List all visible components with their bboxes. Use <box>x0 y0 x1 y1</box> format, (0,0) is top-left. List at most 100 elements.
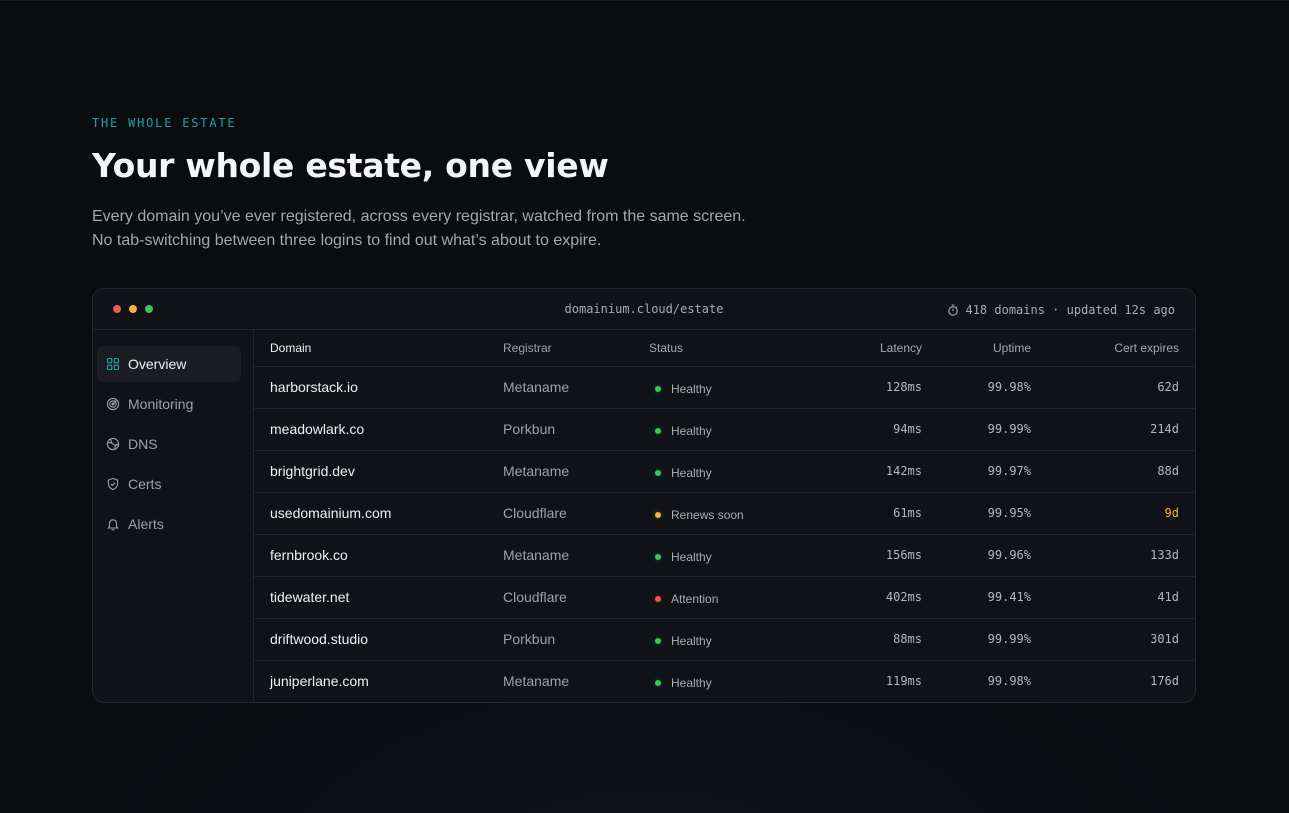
cert-expires-cell: 41d <box>1031 576 1195 619</box>
domain-cell[interactable]: driftwood.studio <box>254 618 503 661</box>
status-label: Renews soon <box>671 508 744 522</box>
minimize-dot[interactable] <box>129 305 137 313</box>
uptime-cell: 99.95% <box>922 492 1031 535</box>
estate-meta-text: 418 domains · updated 12s ago <box>965 302 1175 317</box>
stopwatch-icon <box>947 304 959 316</box>
table-row[interactable]: tidewater.net Cloudflare Attention 402ms… <box>254 576 1195 619</box>
uptime-cell: 99.98% <box>987 674 1031 689</box>
app-window: domainium.cloud/estate 418 domains · upd… <box>92 288 1196 703</box>
cert-expires-cell: 214d <box>1031 408 1195 451</box>
shield-icon <box>106 477 120 491</box>
registrar-cell: Metaname <box>503 366 649 409</box>
latency-cell: 88ms <box>821 618 922 661</box>
latency-cell: 119ms <box>885 674 922 689</box>
window-body: Overview Monitoring DNS Certs Alerts Dom… <box>93 330 1195 702</box>
sidebar-item-label: DNS <box>128 436 158 452</box>
sidebar: Overview Monitoring DNS Certs Alerts <box>93 330 254 702</box>
uptime-cell: 99.99% <box>922 618 1031 661</box>
maximize-dot[interactable] <box>145 305 153 313</box>
status-label: Healthy <box>671 550 712 564</box>
sidebar-item-label: Overview <box>128 356 187 372</box>
sidebar-item-alerts[interactable]: Alerts <box>97 506 241 542</box>
table-row[interactable]: meadowlark.co Porkbun Healthy 94ms 99.99… <box>254 408 1195 451</box>
domain-cell[interactable]: meadowlark.co <box>254 408 503 451</box>
sidebar-item-overview[interactable]: Overview <box>97 346 241 382</box>
cert-expires-cell: 176d <box>1150 674 1179 689</box>
page-subtitle: Every domain you’ve ever registered, acr… <box>92 205 892 253</box>
status-cell: Healthy <box>649 534 821 577</box>
hero-section: THE WHOLE ESTATE Your whole estate, one … <box>92 116 892 253</box>
latency-cell: 128ms <box>821 366 922 409</box>
window-controls <box>113 305 153 313</box>
status-badge: Healthy <box>649 420 712 438</box>
table-row[interactable]: usedomainium.com Cloudflare Renews soon … <box>254 492 1195 535</box>
column-header-domain[interactable]: Domain <box>254 330 503 367</box>
latency-cell: 156ms <box>821 534 922 577</box>
status-label: Healthy <box>671 466 712 480</box>
subtitle-line-2: No tab-switching between three logins to… <box>92 232 602 249</box>
column-header-status[interactable]: Status <box>649 330 821 367</box>
domain-cell[interactable]: juniperlane.com <box>254 660 503 702</box>
status-badge: Healthy <box>649 462 712 480</box>
cert-expires-cell: 301d <box>1031 618 1195 661</box>
status-dot-healthy <box>655 428 661 434</box>
domain-cell[interactable]: brightgrid.dev <box>254 450 503 493</box>
status-dot-healthy <box>655 554 661 560</box>
status-label: Healthy <box>671 634 712 648</box>
section-eyebrow: THE WHOLE ESTATE <box>92 116 237 130</box>
url-text[interactable]: domainium.cloud/estate <box>565 302 724 316</box>
status-cell: Healthy <box>649 450 821 493</box>
table-header-row: Domain Registrar Status Latency Uptime C… <box>254 330 1195 367</box>
registrar-cell: Cloudflare <box>503 492 649 535</box>
status-cell: Healthy <box>649 366 821 409</box>
latency-cell: 94ms <box>821 408 922 451</box>
cert-expires-cell: 88d <box>1031 450 1195 493</box>
bell-icon <box>106 517 120 531</box>
registrar-cell: Porkbun <box>503 408 649 451</box>
status-label: Attention <box>671 592 719 606</box>
status-dot-healthy <box>655 638 661 644</box>
top-divider <box>0 0 1289 1</box>
column-header-latency[interactable]: Latency <box>821 330 922 367</box>
domain-cell[interactable]: tidewater.net <box>254 576 503 619</box>
latency-cell: 402ms <box>821 576 922 619</box>
latency-cell: 142ms <box>821 450 922 493</box>
column-header-uptime[interactable]: Uptime <box>922 330 1031 367</box>
grid-icon <box>106 357 120 371</box>
domain-cell[interactable]: usedomainium.com <box>254 492 503 535</box>
domain-cell[interactable]: harborstack.io <box>254 366 503 409</box>
cert-expires-cell: 62d <box>1031 366 1195 409</box>
registrar-cell: Cloudflare <box>503 576 649 619</box>
sidebar-item-certs[interactable]: Certs <box>97 466 241 502</box>
status-dot-healthy <box>655 386 661 392</box>
registrar-cell: Metaname <box>503 673 570 690</box>
status-cell: Healthy <box>649 660 821 702</box>
status-dot-healthy <box>655 680 661 687</box>
status-badge: Healthy <box>649 672 712 690</box>
status-dot-healthy <box>655 470 661 476</box>
domain-table-panel: Domain Registrar Status Latency Uptime C… <box>254 330 1195 702</box>
status-badge: Renews soon <box>649 504 744 522</box>
radar-icon <box>106 397 120 411</box>
sidebar-item-label: Monitoring <box>128 396 194 412</box>
registrar-cell: Metaname <box>503 450 649 493</box>
table-row[interactable]: harborstack.io Metaname Healthy 128ms 99… <box>254 366 1195 409</box>
estate-meta: 418 domains · updated 12s ago <box>947 289 1175 330</box>
sidebar-item-dns[interactable]: DNS <box>97 426 241 462</box>
column-header-registrar[interactable]: Registrar <box>503 330 649 367</box>
column-header-cert-expires[interactable]: Cert expires <box>1031 330 1195 367</box>
status-label: Healthy <box>671 424 712 438</box>
domain-cell[interactable]: fernbrook.co <box>254 534 503 577</box>
subtitle-line-1: Every domain you’ve ever registered, acr… <box>92 208 746 225</box>
close-dot[interactable] <box>113 305 121 313</box>
sidebar-item-label: Certs <box>128 476 162 492</box>
cert-expires-cell: 9d <box>1031 492 1195 535</box>
uptime-cell: 99.99% <box>922 408 1031 451</box>
status-cell: Renews soon <box>649 492 821 535</box>
sidebar-item-monitoring[interactable]: Monitoring <box>97 386 241 422</box>
table-row[interactable]: fernbrook.co Metaname Healthy 156ms 99.9… <box>254 534 1195 577</box>
table-row[interactable]: brightgrid.dev Metaname Healthy 142ms 99… <box>254 450 1195 493</box>
table-row[interactable]: juniperlane.com Metaname Healthy 119ms 9… <box>254 660 1195 702</box>
cert-expires-cell: 133d <box>1031 534 1195 577</box>
table-row[interactable]: driftwood.studio Porkbun Healthy 88ms 99… <box>254 618 1195 661</box>
